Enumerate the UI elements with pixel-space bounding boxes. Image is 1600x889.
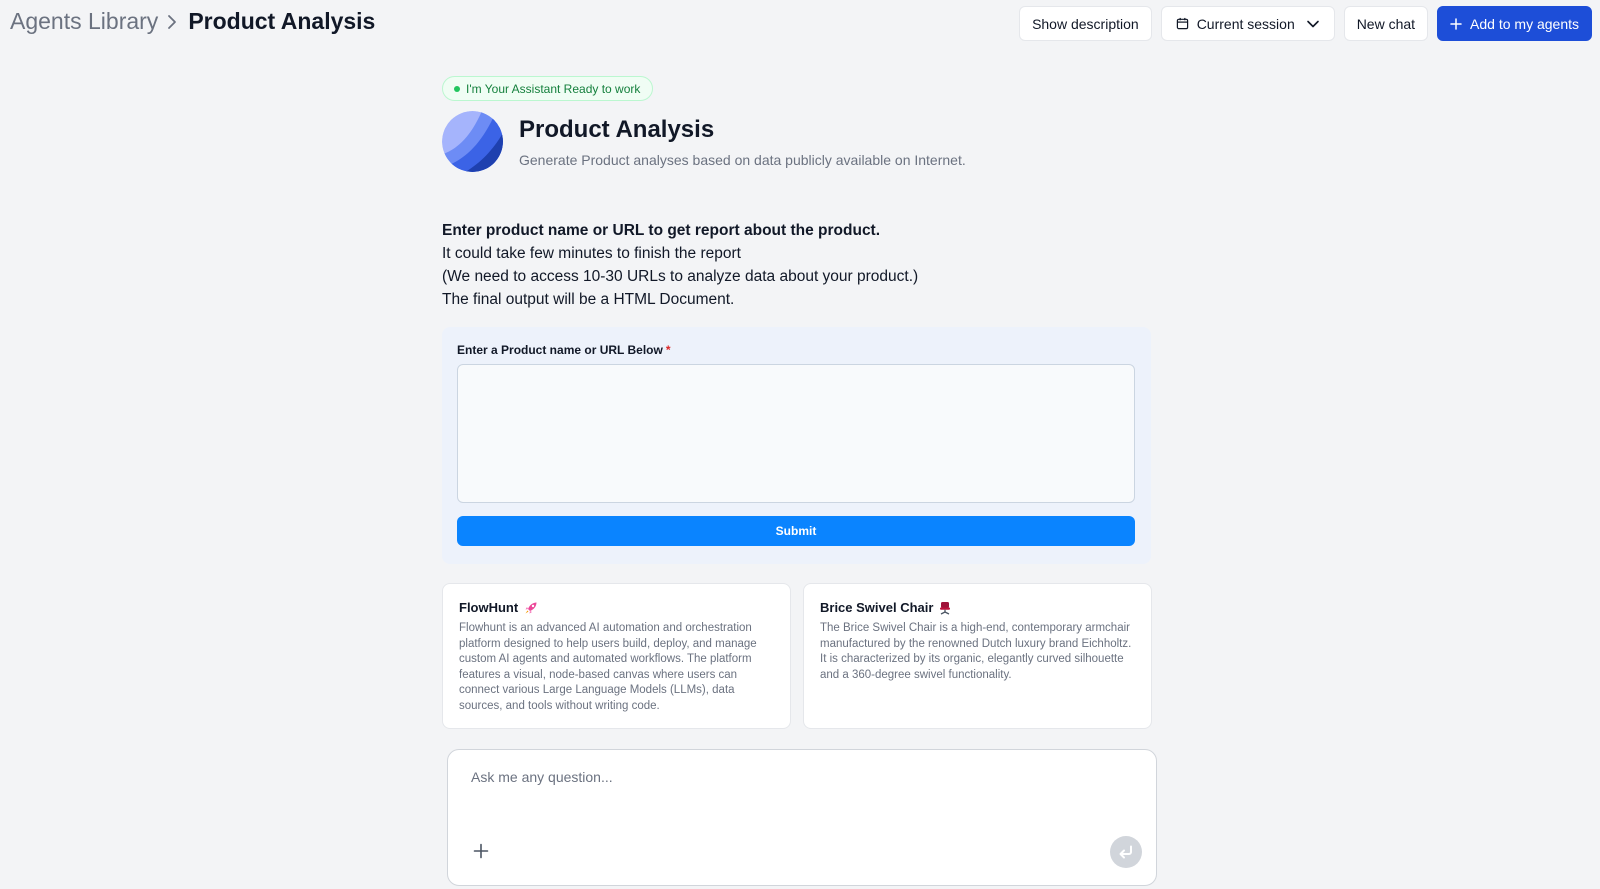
suggestion-body: Flowhunt is an advanced AI automation an… (459, 622, 757, 712)
intro-line: It could take few minutes to finish the … (442, 245, 741, 262)
product-field-label-text: Enter a Product name or URL Below (457, 343, 663, 357)
add-to-my-agents-button[interactable]: Add to my agents (1437, 6, 1592, 41)
product-form: Enter a Product name or URL Below * Submi… (442, 327, 1151, 564)
intro-heading: Enter product name or URL to get report … (442, 222, 881, 239)
breadcrumb-agents-library[interactable]: Agents Library (10, 8, 158, 35)
product-input[interactable] (457, 364, 1135, 503)
status-label: I'm Your Assistant Ready to work (466, 81, 641, 96)
send-button[interactable] (1110, 836, 1142, 868)
suggestion-card-brice-swivel-chair[interactable]: Brice Swivel Chair The Brice Swivel Chai… (803, 583, 1152, 729)
intro-line: (We need to access 10-30 URLs to analyze… (442, 268, 919, 285)
chat-composer (447, 749, 1157, 886)
agent-description: Generate Product analyses based on data … (519, 152, 966, 168)
suggestion-card-flowhunt[interactable]: FlowHunt Flowhunt is an advanced AI auto… (442, 583, 791, 729)
required-mark: * (665, 343, 671, 357)
agent-header: Product Analysis Generate Product analys… (442, 111, 966, 172)
attach-button[interactable] (470, 840, 492, 862)
header-actions: Show description Current session New cha… (1019, 6, 1592, 41)
top-bar: Agents Library Product Analysis Show des… (0, 0, 1600, 46)
plus-icon (473, 843, 489, 859)
product-field-label: Enter a Product name or URL Below * (457, 343, 671, 357)
chair-icon (939, 601, 951, 615)
enter-arrow-icon (1117, 843, 1135, 861)
chat-input[interactable] (471, 764, 1091, 790)
status-dot-icon (454, 85, 460, 92)
plus-icon (1450, 17, 1462, 30)
agent-title: Product Analysis (519, 116, 715, 143)
suggestion-list: FlowHunt Flowhunt is an advanced AI auto… (442, 583, 1152, 729)
page-title: Product Analysis (188, 8, 376, 34)
suggestion-title: Brice Swivel Chair (820, 600, 934, 615)
new-chat-button[interactable]: New chat (1343, 6, 1429, 41)
rocket-icon (524, 601, 538, 615)
chevron-right-icon (166, 14, 178, 30)
show-description-button[interactable]: Show description (1019, 6, 1152, 41)
session-label: Current session (1196, 15, 1295, 32)
intro-line: The final output will be a HTML Document… (442, 291, 735, 308)
calendar-icon (1176, 17, 1189, 30)
main-content: I'm Your Assistant Ready to work Product… (442, 76, 1162, 886)
breadcrumb: Agents Library Product Analysis (10, 8, 375, 35)
intro-text: Enter product name or URL to get report … (442, 219, 918, 311)
suggestion-title: FlowHunt (459, 600, 519, 615)
add-to-my-agents-label: Add to my agents (1470, 15, 1579, 32)
suggestion-body: The Brice Swivel Chair is a high-end, co… (820, 622, 1132, 681)
submit-button[interactable]: Submit (457, 516, 1135, 546)
chevron-down-icon (1306, 17, 1320, 31)
status-badge: I'm Your Assistant Ready to work (442, 76, 654, 101)
agent-avatar (442, 111, 503, 172)
session-select[interactable]: Current session (1160, 6, 1335, 41)
